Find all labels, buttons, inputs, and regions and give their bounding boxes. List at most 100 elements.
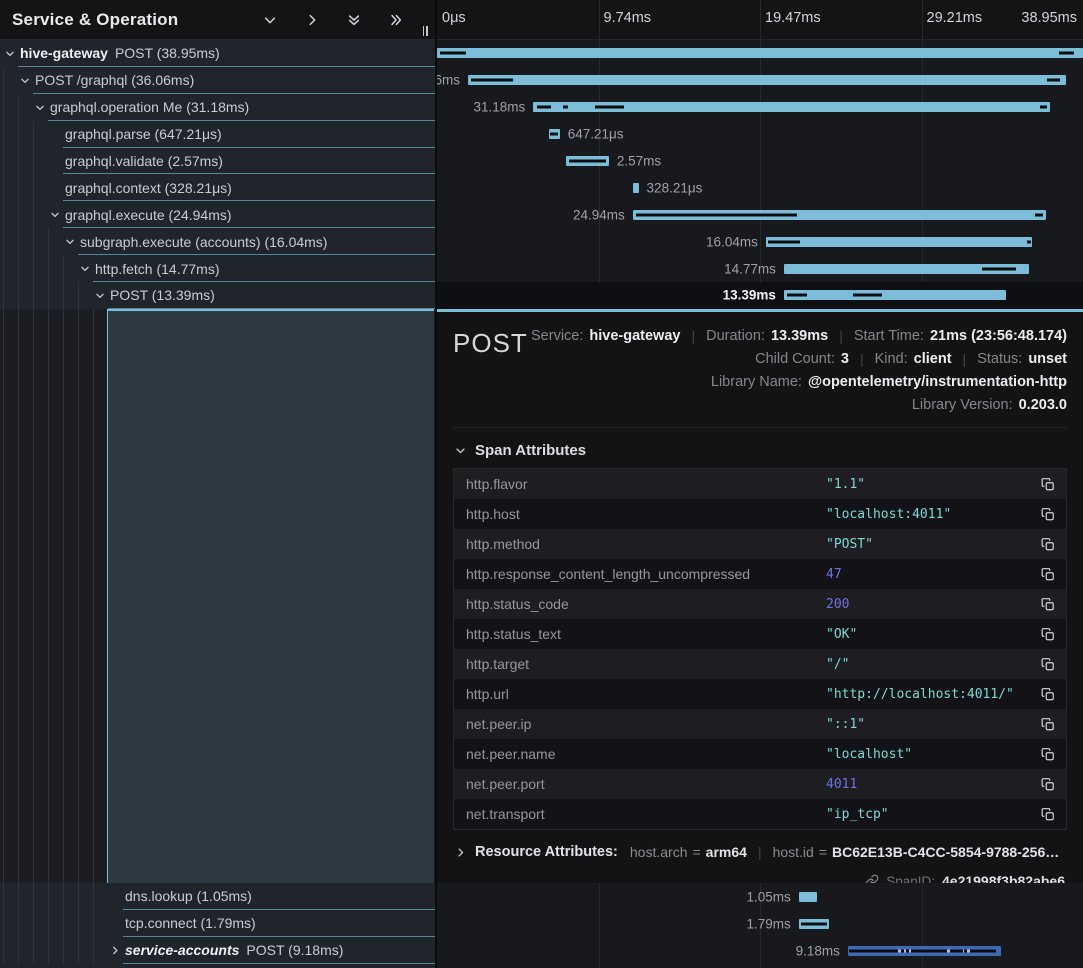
span-bar[interactable]: [784, 290, 1006, 300]
child-span-marker: [1047, 79, 1060, 82]
tree-row[interactable]: graphql.validate (2.57ms): [0, 148, 435, 175]
tree-row[interactable]: dns.lookup (1.05ms): [0, 883, 435, 910]
tree-row[interactable]: tcp.connect (1.79ms): [0, 910, 435, 937]
copy-icon[interactable]: [1040, 626, 1056, 642]
timeline-row[interactable]: 328.21μs: [437, 174, 1083, 201]
span-name-label: graphql.context (328.21μs): [0, 180, 232, 196]
span-attributes-toggle[interactable]: Span Attributes: [455, 442, 1067, 459]
tree-row[interactable]: graphql.execute (24.94ms): [0, 201, 435, 228]
tree-row[interactable]: graphql.context (328.21μs): [0, 174, 435, 201]
child-span-marker: [569, 160, 607, 163]
span-bar[interactable]: [533, 102, 1050, 112]
copy-icon[interactable]: [1040, 596, 1056, 612]
chevron-down-icon[interactable]: [4, 48, 15, 59]
operation-name: tcp.connect (1.79ms): [125, 915, 256, 931]
attribute-key: http.url: [466, 686, 826, 702]
span-bar[interactable]: [549, 129, 560, 139]
panel-resize-handle[interactable]: [420, 25, 430, 37]
timeline-row[interactable]: 1.79ms: [437, 910, 1083, 937]
attribute-row: net.peer.ip"::1": [454, 709, 1066, 739]
tree-toolbar: [262, 12, 425, 27]
timeline-row[interactable]: 1.05ms: [437, 883, 1083, 910]
resource-value: arm64: [706, 844, 747, 860]
chevron-down-icon[interactable]: [79, 263, 90, 274]
span-bar[interactable]: [799, 919, 829, 929]
span-bar[interactable]: [468, 75, 1066, 85]
chevron-down-icon[interactable]: [19, 75, 30, 86]
indent-guide: [3, 67, 4, 94]
indent-guide: [48, 937, 49, 964]
span-bar[interactable]: [633, 210, 1046, 220]
indent-guide: [3, 937, 4, 964]
attribute-row: http.flavor"1.1": [454, 469, 1066, 499]
span-bar[interactable]: [766, 237, 1032, 247]
indent-guide: [3, 121, 4, 148]
span-bar[interactable]: [799, 892, 817, 902]
duration-label: 9.18ms: [796, 943, 840, 958]
timeline-row[interactable]: 647.21μs: [437, 121, 1083, 148]
child-span-marker: [801, 922, 827, 925]
indent-guide: [63, 883, 64, 910]
timeline-row[interactable]: 36.06ms: [437, 67, 1083, 94]
span-bar[interactable]: [566, 156, 609, 166]
copy-icon[interactable]: [1040, 656, 1056, 672]
tree-row[interactable]: service-accountsPOST (9.18ms): [0, 937, 435, 964]
timeline-row[interactable]: 13.39ms: [437, 282, 1083, 309]
timeline-row[interactable]: 14.77ms: [437, 255, 1083, 282]
chevron-down-icon[interactable]: [64, 236, 75, 247]
attribute-value: 47: [826, 567, 1040, 582]
tree-row[interactable]: subgraph.execute (accounts) (16.04ms): [0, 228, 435, 255]
copy-icon[interactable]: [1040, 506, 1056, 522]
attribute-key: http.status_code: [466, 596, 826, 612]
timeline-row[interactable]: 16.04ms: [437, 228, 1083, 255]
tree-row[interactable]: POST (13.39ms): [0, 282, 435, 309]
copy-icon[interactable]: [1040, 566, 1056, 582]
double-chevron-right-icon[interactable]: [388, 12, 403, 27]
copy-icon[interactable]: [1040, 716, 1056, 732]
span-bar[interactable]: [437, 48, 1083, 58]
attribute-value: 200: [826, 597, 1040, 612]
timeline-row[interactable]: 2.57ms: [437, 148, 1083, 175]
attribute-row: http.url"http://localhost:4011/": [454, 679, 1066, 709]
chevron-right-icon[interactable]: [304, 12, 319, 27]
tree-row[interactable]: graphql.operation Me (31.18ms): [0, 94, 435, 121]
span-attributes-title: Span Attributes: [475, 442, 586, 459]
tree-row[interactable]: http.fetch (14.77ms): [0, 255, 435, 282]
indent-guide: [63, 282, 64, 309]
copy-icon[interactable]: [1040, 536, 1056, 552]
span-bar[interactable]: [848, 946, 1001, 956]
double-chevron-down-icon[interactable]: [346, 12, 361, 27]
child-span-marker: [787, 294, 807, 297]
timeline-row[interactable]: 38.95ms: [437, 40, 1083, 67]
copy-icon[interactable]: [1040, 806, 1056, 822]
operation-name: graphql.validate (2.57ms): [65, 153, 223, 169]
span-name-label: tcp.connect (1.79ms): [0, 915, 256, 931]
child-span-marker: [537, 106, 550, 109]
attribute-key: http.method: [466, 536, 826, 552]
meta-label: Status:: [977, 351, 1022, 367]
copy-icon[interactable]: [1040, 776, 1056, 792]
span-bar[interactable]: [784, 264, 1029, 274]
ruler-tick-label: 0μs: [442, 10, 466, 26]
timeline-row[interactable]: 24.94ms: [437, 201, 1083, 228]
link-icon[interactable]: [865, 874, 879, 883]
attribute-value: "localhost": [826, 747, 1040, 762]
tree-row[interactable]: hive-gatewayPOST (38.95ms): [0, 40, 435, 67]
chevron-right-icon[interactable]: [455, 847, 466, 858]
chevron-down-icon[interactable]: [262, 12, 277, 27]
timeline-row[interactable]: 9.18ms: [437, 937, 1083, 964]
copy-icon[interactable]: [1040, 686, 1056, 702]
chevron-right-icon[interactable]: [109, 945, 120, 956]
attribute-key: net.peer.name: [466, 746, 826, 762]
indent-guide: [3, 228, 4, 255]
chevron-down-icon[interactable]: [94, 290, 105, 301]
timeline-row[interactable]: 31.18ms: [437, 94, 1083, 121]
tree-row[interactable]: POST /graphql (36.06ms): [0, 67, 435, 94]
span-bar[interactable]: [633, 183, 639, 193]
copy-icon[interactable]: [1040, 746, 1056, 762]
chevron-down-icon[interactable]: [34, 102, 45, 113]
tree-row[interactable]: graphql.parse (647.21μs): [0, 121, 435, 148]
copy-icon[interactable]: [1040, 476, 1056, 492]
duration-label: 13.39ms: [723, 288, 776, 303]
chevron-down-icon[interactable]: [49, 209, 60, 220]
